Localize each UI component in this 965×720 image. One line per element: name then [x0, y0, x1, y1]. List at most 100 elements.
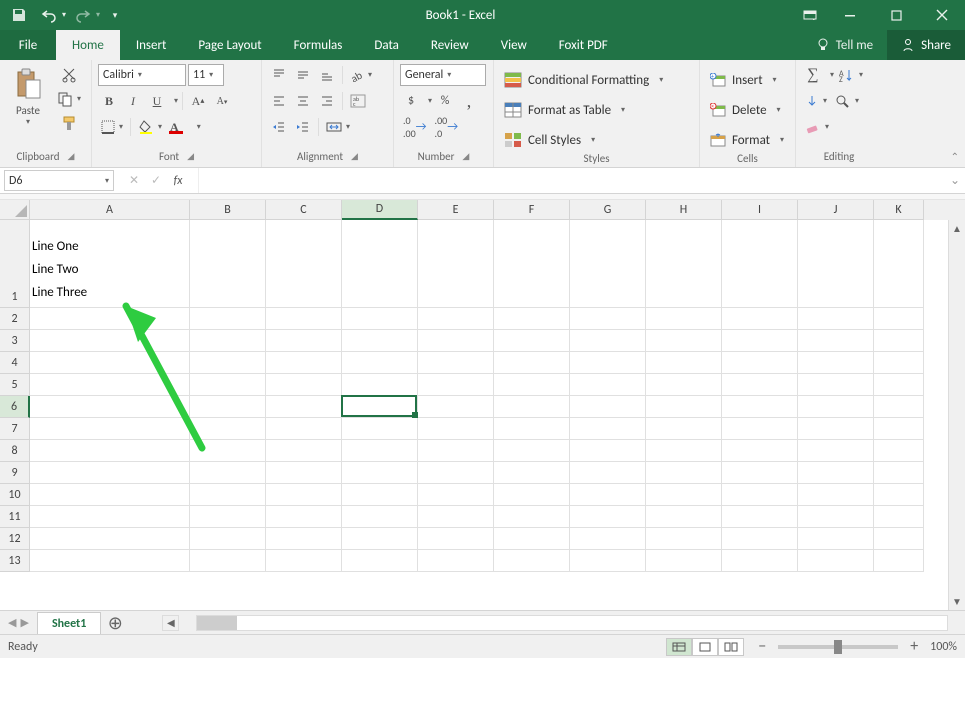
cell-D11[interactable]	[342, 506, 418, 528]
tab-home[interactable]: Home	[56, 30, 120, 60]
cell-E2[interactable]	[418, 308, 494, 330]
cell-G8[interactable]	[570, 440, 646, 462]
cell-B4[interactable]	[190, 352, 266, 374]
italic-button[interactable]: I	[122, 90, 144, 112]
insert-cells-button[interactable]: + Insert▾	[706, 68, 788, 92]
cell-H10[interactable]	[646, 484, 722, 506]
cell-A1[interactable]: Line One Line Two Line Three	[30, 220, 190, 308]
cell-H1[interactable]	[646, 220, 722, 308]
cell-H5[interactable]	[646, 374, 722, 396]
column-header-H[interactable]: H	[646, 200, 722, 220]
currency-button[interactable]: $	[400, 90, 422, 112]
cell-A9[interactable]	[30, 462, 190, 484]
cell-B6[interactable]	[190, 396, 266, 418]
name-box[interactable]: D6 ▾	[4, 170, 114, 191]
cell-J12[interactable]	[798, 528, 874, 550]
cell-E12[interactable]	[418, 528, 494, 550]
row-header-11[interactable]: 11	[0, 506, 30, 528]
cell-G13[interactable]	[570, 550, 646, 572]
cell-G4[interactable]	[570, 352, 646, 374]
cell-A12[interactable]	[30, 528, 190, 550]
page-layout-view-button[interactable]	[692, 638, 718, 656]
percent-button[interactable]: %	[434, 90, 456, 112]
borders-button[interactable]: ▾	[98, 116, 126, 138]
vertical-scrollbar[interactable]: ▲ ▼	[948, 220, 965, 610]
cell-D2[interactable]	[342, 308, 418, 330]
tab-foxit-pdf[interactable]: Foxit PDF	[543, 30, 624, 60]
cell-E3[interactable]	[418, 330, 494, 352]
cell-B8[interactable]	[190, 440, 266, 462]
increase-font-button[interactable]: A▴	[187, 90, 209, 112]
sheet-tab-sheet1[interactable]: Sheet1	[37, 612, 101, 634]
column-header-I[interactable]: I	[722, 200, 798, 220]
cell-A5[interactable]	[30, 374, 190, 396]
cell-E4[interactable]	[418, 352, 494, 374]
cell-A13[interactable]	[30, 550, 190, 572]
underline-button[interactable]: U	[146, 90, 168, 112]
tab-insert[interactable]: Insert	[120, 30, 183, 60]
cell-D8[interactable]	[342, 440, 418, 462]
tab-file[interactable]: File	[0, 30, 56, 60]
cell-A2[interactable]	[30, 308, 190, 330]
scroll-up-icon[interactable]: ▲	[949, 220, 965, 237]
cell-A6[interactable]	[30, 396, 190, 418]
cell-H12[interactable]	[646, 528, 722, 550]
share-button[interactable]: Share	[887, 30, 965, 60]
zoom-in-button[interactable]: +	[906, 639, 922, 655]
cell-D13[interactable]	[342, 550, 418, 572]
cell-A11[interactable]	[30, 506, 190, 528]
cell-E10[interactable]	[418, 484, 494, 506]
cell-B3[interactable]	[190, 330, 266, 352]
cell-J5[interactable]	[798, 374, 874, 396]
cell-D12[interactable]	[342, 528, 418, 550]
cell-B9[interactable]	[190, 462, 266, 484]
cell-G3[interactable]	[570, 330, 646, 352]
cell-I13[interactable]	[722, 550, 798, 572]
cell-styles-button[interactable]: Cell Styles▾	[500, 128, 667, 152]
comma-style-button[interactable]: ,	[458, 90, 480, 112]
cell-F8[interactable]	[494, 440, 570, 462]
cut-button[interactable]	[54, 64, 84, 86]
cell-I12[interactable]	[722, 528, 798, 550]
cell-D7[interactable]	[342, 418, 418, 440]
minimize-button[interactable]	[827, 0, 873, 30]
row-header-6[interactable]: 6	[0, 396, 30, 418]
cell-I6[interactable]	[722, 396, 798, 418]
tell-me[interactable]: Tell me	[802, 30, 887, 60]
column-header-C[interactable]: C	[266, 200, 342, 220]
cell-F2[interactable]	[494, 308, 570, 330]
cell-C5[interactable]	[266, 374, 342, 396]
cell-E9[interactable]	[418, 462, 494, 484]
cell-D9[interactable]	[342, 462, 418, 484]
cell-D10[interactable]	[342, 484, 418, 506]
insert-function-button[interactable]: fx	[168, 174, 188, 188]
qat-customize[interactable]: ▾	[108, 2, 122, 28]
column-header-E[interactable]: E	[418, 200, 494, 220]
cell-F10[interactable]	[494, 484, 570, 506]
tab-data[interactable]: Data	[358, 30, 415, 60]
cell-K7[interactable]	[874, 418, 924, 440]
cell-J3[interactable]	[798, 330, 874, 352]
format-as-table-button[interactable]: Format as Table▾	[500, 98, 667, 122]
cell-J7[interactable]	[798, 418, 874, 440]
cell-K9[interactable]	[874, 462, 924, 484]
cell-I10[interactable]	[722, 484, 798, 506]
cell-F3[interactable]	[494, 330, 570, 352]
cell-A4[interactable]	[30, 352, 190, 374]
cell-F4[interactable]	[494, 352, 570, 374]
sort-filter-button[interactable]: AZ▾	[836, 64, 866, 86]
row-header-9[interactable]: 9	[0, 462, 30, 484]
column-header-F[interactable]: F	[494, 200, 570, 220]
cell-C13[interactable]	[266, 550, 342, 572]
align-center-button[interactable]	[292, 90, 314, 112]
cell-J11[interactable]	[798, 506, 874, 528]
cell-A7[interactable]	[30, 418, 190, 440]
row-header-5[interactable]: 5	[0, 374, 30, 396]
tab-page-layout[interactable]: Page Layout	[182, 30, 277, 60]
cell-F12[interactable]	[494, 528, 570, 550]
column-header-D[interactable]: D	[342, 200, 418, 220]
cell-H6[interactable]	[646, 396, 722, 418]
cell-D5[interactable]	[342, 374, 418, 396]
cell-B1[interactable]	[190, 220, 266, 308]
cell-K6[interactable]	[874, 396, 924, 418]
